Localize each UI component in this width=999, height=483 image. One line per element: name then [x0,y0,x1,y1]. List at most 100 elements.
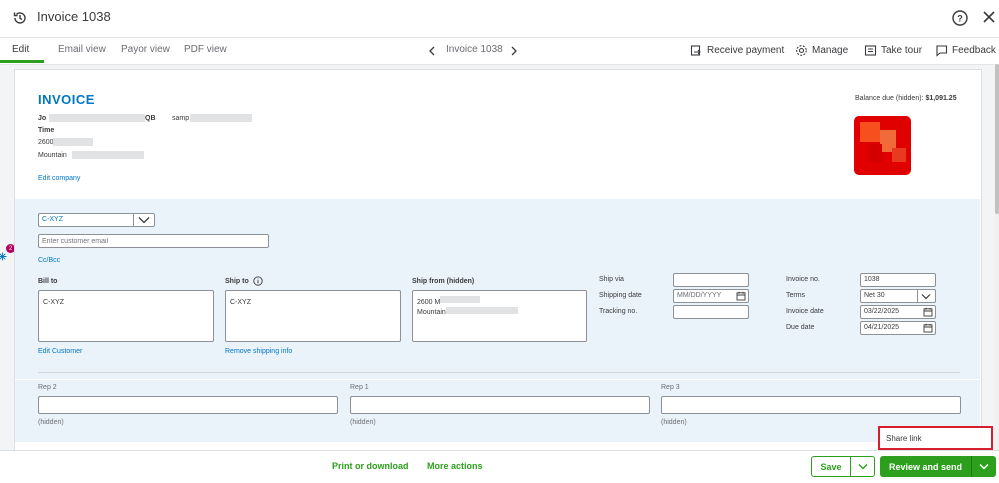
company-logo[interactable] [854,116,911,175]
save-button[interactable]: Save [811,456,851,477]
logo-pixel [860,122,880,142]
print-download-link[interactable]: Print or download [332,461,409,471]
rep-3-input[interactable] [661,396,961,414]
rep-2-input[interactable] [38,396,338,414]
terms-value: Net 30 [864,292,885,299]
shipping-date-label: Shipping date [599,292,642,299]
manage-label: Manage [812,45,849,56]
rep-3-label: Rep 3 [661,384,680,391]
bill-to-label: Bill to [38,278,58,285]
redacted-block [190,114,252,122]
review-send-label: Review and send [888,461,963,472]
shipping-date-placeholder: MM/DD/YYYY [677,292,722,299]
invoice-date-value: 03/22/2025 [864,308,900,315]
due-date-value: 04/21/2025 [864,324,900,331]
manage-button[interactable]: Manage [795,44,848,57]
tracking-no-input[interactable] [673,305,749,319]
invoice-no-input[interactable]: 1038 [860,273,936,287]
company-email-start: samp [172,115,190,122]
calendar-icon[interactable] [923,323,933,333]
more-actions-link[interactable]: More actions [427,461,483,471]
tour-icon [864,45,877,56]
chevron-down-icon [858,464,867,470]
remove-shipping-link[interactable]: Remove shipping info [225,348,292,355]
rep-1-label: Rep 1 [350,384,369,391]
tab-edit[interactable]: Edit [12,44,29,55]
chevron-down-icon[interactable] [921,293,931,300]
chevron-down-icon [979,464,989,470]
terms-label: Terms [786,292,806,299]
customer-selected-value: C-XYZ [42,216,63,223]
save-options-button[interactable] [850,456,875,477]
edit-customer-link[interactable]: Edit Customer [38,348,82,355]
feedback-icon [936,45,948,57]
balance-due-label: Balance due (hidden): [855,95,924,102]
top-bar [0,0,999,38]
company-name-end: QB [145,115,156,122]
rep-1-hint: (hidden) [350,419,376,426]
help-icon[interactable]: ? [951,9,969,27]
bill-to-value: C-XYZ [43,299,64,306]
edit-company-link[interactable]: Edit company [38,175,80,182]
company-line-2: Time [38,127,55,134]
logo-pixel [868,144,882,162]
balance-due-value: $1,091.25 [925,95,957,102]
payment-icon [690,45,701,56]
rep-2-hint: (hidden) [38,419,64,426]
select-divider [133,213,134,227]
chevron-left-icon[interactable] [428,46,436,56]
close-icon[interactable] [982,10,996,24]
redacted-block [49,114,145,122]
review-send-button[interactable]: Review and send [880,456,971,477]
due-date-label: Due date [786,324,815,331]
redacted-block [440,296,480,303]
receive-payment-button[interactable]: Receive payment [690,44,784,57]
calendar-icon[interactable] [923,307,933,317]
feedback-button[interactable]: Feedback [935,44,996,57]
redacted-block [72,151,144,159]
rep-1-input[interactable] [350,396,650,414]
receive-payment-label: Receive payment [707,45,785,56]
scrollbar-thumb[interactable] [995,64,999,214]
feedback-label: Feedback [952,45,996,56]
chevron-right-icon[interactable] [510,46,518,56]
calendar-icon[interactable] [736,291,746,301]
invoice-heading: INVOICE [38,92,95,107]
redacted-block [446,307,518,314]
ship-to-value: C-XYZ [230,299,251,306]
info-icon[interactable] [253,276,263,286]
ship-from-label: Ship from (hidden) [412,278,475,285]
take-tour-button[interactable]: Take tour [864,44,922,57]
tab-payor-view[interactable]: Payor view [121,44,170,55]
customer-email-input[interactable] [38,234,269,248]
ship-from-address[interactable]: 2600 M Mountain [412,290,587,342]
invoice-date-label: Invoice date [786,308,824,315]
save-label: Save [820,461,842,472]
ship-to-label: Ship to [225,278,249,285]
company-address-1: 2600 [38,139,54,146]
history-icon[interactable] [12,10,28,26]
rep-3-hint: (hidden) [661,419,687,426]
sparkle-icon[interactable] [0,252,7,261]
rep-2-label: Rep 2 [38,384,57,391]
chevron-down-icon[interactable] [138,216,150,224]
select-divider [917,289,918,303]
tab-email-view[interactable]: Email view [58,44,106,55]
ship-via-input[interactable] [673,273,749,287]
page-title: Invoice 1038 [37,9,111,24]
bill-to-address[interactable]: C-XYZ [38,290,214,342]
ship-via-label: Ship via [599,276,624,283]
tab-pdf-view[interactable]: PDF view [184,44,227,55]
ship-to-address[interactable]: C-XYZ [225,290,401,342]
share-link[interactable]: Share link [886,434,922,443]
tracking-no-label: Tracking no. [599,308,638,315]
cc-bcc-link[interactable]: Cc/Bcc [38,257,60,264]
redacted-block [53,138,93,146]
company-name-start: Jo [38,115,47,122]
company-address-2: Mountain [38,152,67,159]
invoice-no-label: Invoice no. [786,276,820,283]
gear-icon [796,45,807,56]
review-send-options-button[interactable] [972,456,996,477]
logo-pixel [892,148,906,162]
invoice-nav-label: Invoice 1038 [446,44,503,55]
